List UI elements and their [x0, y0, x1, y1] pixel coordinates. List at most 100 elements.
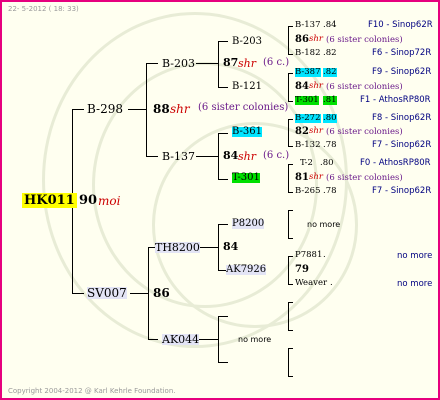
- connector: [218, 316, 219, 362]
- g5-name[interactable]: B-387: [295, 68, 321, 77]
- g5-value: .: [330, 278, 333, 288]
- date-header: 22- 5-2012 ( 18: 33): [8, 5, 79, 13]
- connector: [146, 63, 147, 156]
- g5-value: .80: [323, 113, 337, 123]
- g5-number: 81: [295, 172, 309, 183]
- g5-origin: F7 - Sinop62R: [372, 140, 432, 150]
- copyright-footer: Copyright 2004-2012 @ Karl Kehrle Founda…: [8, 387, 176, 395]
- g4-ak7926-number: 79: [295, 264, 309, 275]
- connector: [128, 109, 146, 110]
- connector: [288, 164, 293, 165]
- g5-value: .80: [320, 158, 334, 168]
- connector: [196, 156, 218, 157]
- g5-note: (6 sister colonies): [326, 82, 403, 92]
- connector: [148, 247, 149, 339]
- g5-name[interactable]: P7881: [295, 251, 322, 260]
- connector: [218, 41, 228, 42]
- connector: [288, 256, 289, 284]
- connector: [146, 63, 158, 64]
- g5-mark: shr: [309, 126, 323, 136]
- connector: [288, 164, 289, 192]
- g3-b137-number: 84: [223, 149, 239, 162]
- g3-b203-mark: shr: [238, 57, 256, 70]
- connector: [288, 26, 293, 27]
- connector: [218, 179, 228, 180]
- connector: [218, 362, 228, 363]
- g5-name[interactable]: T-301: [295, 96, 319, 105]
- connector: [288, 284, 293, 285]
- connector: [288, 238, 293, 239]
- g5-mark: shr: [309, 172, 323, 182]
- connector: [218, 87, 228, 88]
- g4-p8200-name[interactable]: P8200: [232, 219, 265, 229]
- g4-ak7926-name[interactable]: AK7926: [226, 265, 267, 275]
- g5-mark: shr: [309, 81, 323, 91]
- g5-name[interactable]: B-132: [295, 141, 321, 150]
- g3-th8200-name[interactable]: TH8200: [155, 242, 200, 253]
- g5-origin: F10 - Sinop62R: [368, 20, 433, 30]
- connector: [146, 156, 158, 157]
- connector: [288, 210, 293, 211]
- connector: [288, 101, 293, 102]
- g5-origin: F7 - Sinop62R: [372, 186, 432, 196]
- connector: [218, 224, 228, 225]
- root-queen-number: 90: [79, 193, 98, 208]
- g5-origin: F1 - AthosRP80R: [360, 95, 431, 105]
- connector: [218, 316, 228, 317]
- g5-number: 84: [295, 81, 309, 92]
- connector: [218, 133, 228, 134]
- connector: [288, 26, 289, 54]
- sire-sister-note: (6 sister colonies): [198, 102, 289, 113]
- sire-mark: shr: [170, 102, 190, 116]
- g5-name[interactable]: B-137: [295, 21, 321, 30]
- g5-origin: no more: [397, 251, 433, 261]
- connector: [288, 210, 289, 238]
- g5-origin: F8 - Sinop62R: [372, 113, 432, 123]
- g5-origin: F6 - Sinop72R: [372, 48, 432, 58]
- g5-number: 86: [295, 34, 309, 45]
- g3-b203-note: (6 c.): [263, 57, 290, 68]
- g5-mark: shr: [309, 34, 323, 44]
- g5-name[interactable]: B-272: [295, 114, 321, 123]
- g4-b121-name[interactable]: B-121: [232, 82, 262, 92]
- g3-ak044-name[interactable]: AK044: [162, 334, 200, 345]
- connector: [288, 256, 293, 257]
- connector: [148, 339, 158, 340]
- g3-ak044-no-more: no more: [238, 335, 272, 344]
- g3-b203-number: 87: [223, 56, 239, 69]
- root-queen-name[interactable]: HK011: [22, 193, 77, 208]
- connector: [130, 293, 148, 294]
- g4-b361-name[interactable]: B-361: [232, 127, 262, 137]
- connector: [218, 41, 219, 87]
- g5-value: .82: [323, 67, 337, 77]
- g3-b137-note: (6 c.): [263, 150, 290, 161]
- connector: [288, 302, 289, 330]
- dam-name[interactable]: SV007: [87, 287, 127, 299]
- g5-name[interactable]: B-182: [295, 49, 321, 58]
- connector: [72, 293, 84, 294]
- g4-b203-name[interactable]: B-203: [232, 37, 262, 47]
- dam-number: 86: [153, 286, 170, 300]
- connector: [288, 192, 293, 193]
- g5-value: .84: [323, 20, 337, 30]
- g4-t301-name[interactable]: T-301: [232, 173, 260, 183]
- connector: [288, 54, 293, 55]
- g5-name[interactable]: Weaver: [295, 279, 327, 288]
- g5-name[interactable]: T-2: [300, 159, 313, 168]
- g5-value: .78: [323, 140, 337, 150]
- sire-name[interactable]: B-298: [87, 103, 123, 115]
- g3-b203-name[interactable]: B-203: [162, 58, 195, 69]
- connector: [288, 302, 293, 303]
- connector: [288, 73, 289, 101]
- connector: [288, 330, 293, 331]
- g5-note: (6 sister colonies): [326, 127, 403, 137]
- connector: [288, 73, 293, 74]
- connector: [288, 119, 289, 146]
- connector: [196, 63, 218, 64]
- g5-name[interactable]: B-265: [295, 187, 321, 196]
- sire-number: 88: [153, 102, 170, 116]
- g5-number: 82: [295, 126, 309, 137]
- g3-b137-name[interactable]: B-137: [162, 151, 195, 162]
- connector: [288, 376, 293, 377]
- connector: [288, 348, 293, 349]
